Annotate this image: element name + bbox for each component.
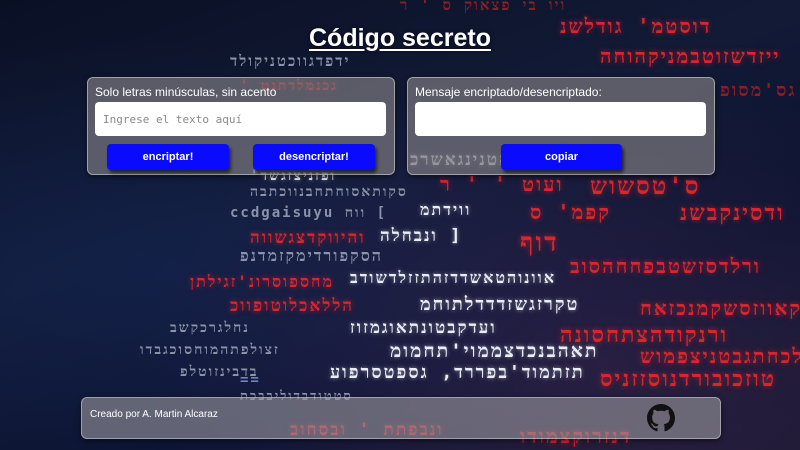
decrypt-button[interactable]: desencriptar! — [253, 144, 375, 170]
input-panel: Solo letras minúsculas, sin acento encri… — [87, 77, 395, 175]
page-title: Código secreto — [309, 24, 491, 52]
output-field[interactable] — [415, 102, 706, 136]
input-instructions-label: Solo letras minúsculas, sin acento — [95, 85, 277, 99]
github-link[interactable] — [647, 404, 675, 432]
encrypt-button[interactable]: encriptar! — [107, 144, 229, 170]
output-panel: Mensaje encriptado/desencriptado: copiar — [407, 77, 715, 175]
footer: Creado por A. Martin Alcaraz — [81, 397, 721, 439]
text-input[interactable] — [95, 102, 386, 136]
output-label: Mensaje encriptado/desencriptado: — [415, 85, 602, 99]
copy-button[interactable]: copiar — [501, 144, 622, 170]
footer-credit: Creado por A. Martin Alcaraz — [90, 409, 218, 420]
github-icon — [647, 404, 675, 432]
background-code-image: ויו בי פצאוק ס ' ר דוסטמ' גודלשנ ייזדשזו… — [140, 0, 800, 448]
